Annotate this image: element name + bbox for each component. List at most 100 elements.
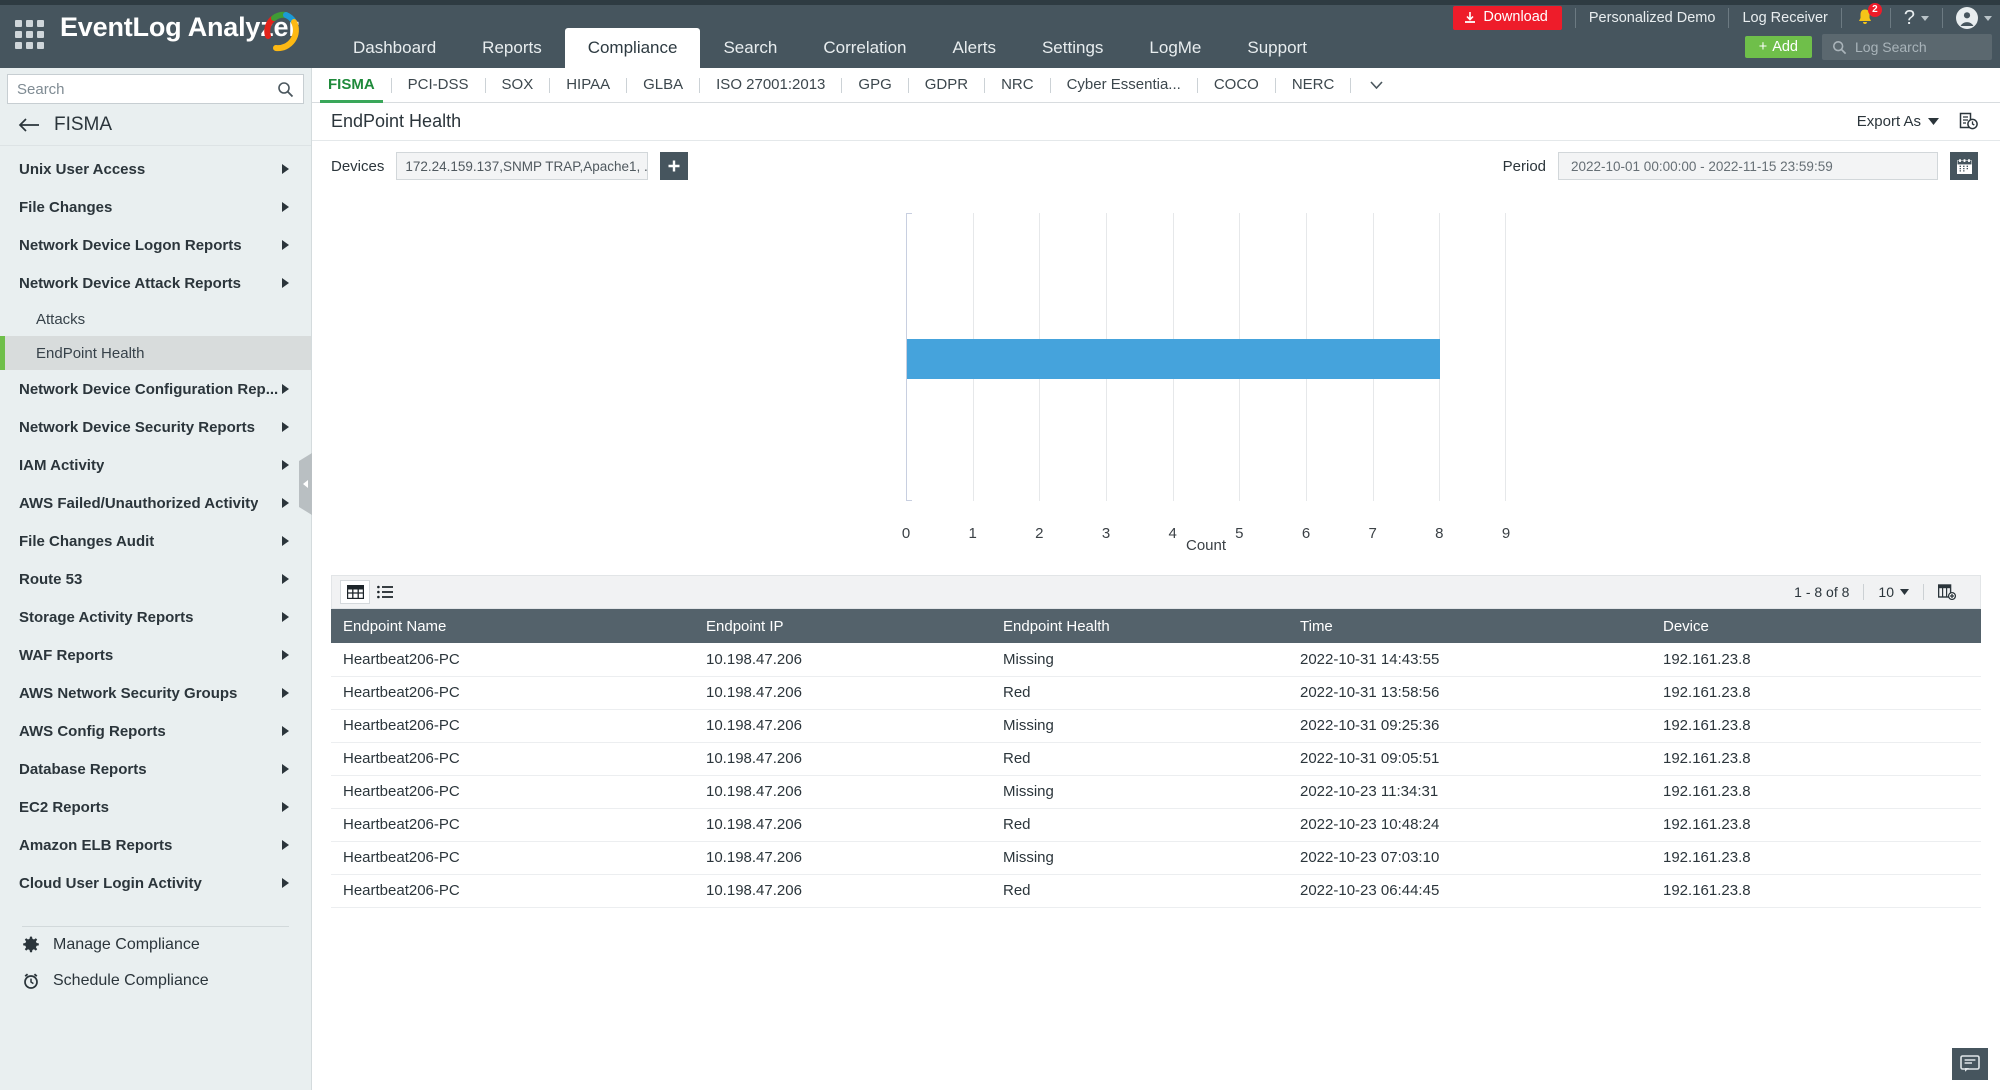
sidebar-item-aws-failed-unauthorized-activity[interactable]: AWS Failed/Unauthorized Activity [0, 484, 311, 522]
table-row[interactable]: Heartbeat206-PC 10.198.47.206 Red 2022-1… [331, 874, 1981, 907]
subtab-gpg[interactable]: GPG [842, 68, 907, 103]
cell-endpoint-ip: 10.198.47.206 [694, 775, 991, 808]
sidebar-item-storage-activity-reports[interactable]: Storage Activity Reports [0, 598, 311, 636]
sidebar-item-file-changes[interactable]: File Changes [0, 188, 311, 226]
subtab-fisma[interactable]: FISMA [312, 68, 391, 103]
chevron-down-icon [1921, 16, 1929, 21]
sidebar-collapse-handle[interactable] [299, 453, 312, 515]
subtab-cyber-essentials[interactable]: Cyber Essentia... [1051, 68, 1197, 103]
nav-support[interactable]: Support [1224, 28, 1330, 68]
chevron-right-icon [282, 764, 289, 774]
sidebar-item-unix-user-access[interactable]: Unix User Access [0, 150, 311, 188]
column-header-endpoint-ip[interactable]: Endpoint IP [694, 609, 991, 643]
sidebar-item-aws-config-reports[interactable]: AWS Config Reports [0, 712, 311, 750]
export-as-button[interactable]: Export As [1857, 113, 1939, 130]
nav-dashboard[interactable]: Dashboard [330, 28, 459, 68]
cell-endpoint-ip: 10.198.47.206 [694, 676, 991, 709]
nav-correlation[interactable]: Correlation [800, 28, 929, 68]
calendar-button[interactable] [1950, 152, 1978, 180]
sidebar-item-ec2-reports[interactable]: EC2 Reports [0, 788, 311, 826]
table-row[interactable]: Heartbeat206-PC 10.198.47.206 Missing 20… [331, 643, 1981, 676]
header-secondary-controls: + Add Log Search [1745, 34, 1992, 60]
personalized-demo-link[interactable]: Personalized Demo [1589, 10, 1716, 26]
subtab-glba[interactable]: GLBA [627, 68, 699, 103]
sidebar-item-label: File Changes [19, 199, 112, 216]
column-chooser-button[interactable] [1924, 584, 1970, 600]
period-input[interactable]: 2022-10-01 00:00:00 - 2022-11-15 23:59:5… [1558, 152, 1938, 180]
sidebar-subgroup: Attacks [0, 302, 311, 336]
list-view-button[interactable] [370, 580, 400, 604]
arrow-left-icon[interactable] [18, 117, 40, 133]
search-icon[interactable] [277, 81, 294, 98]
search-input[interactable] [17, 81, 277, 98]
chart-bar[interactable] [907, 339, 1440, 379]
page-size-selector[interactable]: 10 [1864, 584, 1923, 600]
table-row[interactable]: Heartbeat206-PC 10.198.47.206 Missing 20… [331, 709, 1981, 742]
calendar-icon [1956, 158, 1973, 175]
user-menu[interactable] [1956, 7, 1992, 29]
subtab-nrc[interactable]: NRC [985, 68, 1050, 103]
sidebar-item-network-device-security-reports[interactable]: Network Device Security Reports [0, 408, 311, 446]
column-header-endpoint-health[interactable]: Endpoint Health [991, 609, 1288, 643]
chat-support-button[interactable] [1952, 1048, 1988, 1080]
schedule-compliance-action[interactable]: Schedule Compliance [0, 963, 311, 999]
subtab-sox[interactable]: SOX [486, 68, 550, 103]
apps-grid-icon[interactable] [12, 17, 46, 51]
sidebar-item-label: File Changes Audit [19, 533, 154, 550]
report-schedule-icon[interactable] [1959, 112, 1978, 131]
cell-time: 2022-10-31 09:05:51 [1288, 742, 1651, 775]
sidebar-item-file-changes-audit[interactable]: File Changes Audit [0, 522, 311, 560]
subtab-hipaa[interactable]: HIPAA [550, 68, 626, 103]
add-button[interactable]: + Add [1745, 36, 1812, 59]
sidebar-item-aws-network-security-groups[interactable]: AWS Network Security Groups [0, 674, 311, 712]
subtab-nerc[interactable]: NERC [1276, 68, 1351, 103]
column-header-time[interactable]: Time [1288, 609, 1651, 643]
table-row[interactable]: Heartbeat206-PC 10.198.47.206 Missing 20… [331, 775, 1981, 808]
notifications-bell-icon[interactable]: 2 [1855, 7, 1877, 29]
breadcrumb[interactable]: FISMA [0, 104, 311, 146]
nav-logme[interactable]: LogMe [1126, 28, 1224, 68]
cell-time: 2022-10-23 06:44:45 [1288, 874, 1651, 907]
table-row[interactable]: Heartbeat206-PC 10.198.47.206 Red 2022-1… [331, 676, 1981, 709]
manage-compliance-action[interactable]: Manage Compliance [0, 927, 311, 963]
sidebar-item-amazon-elb-reports[interactable]: Amazon ELB Reports [0, 826, 311, 864]
subtab-gdpr[interactable]: GDPR [909, 68, 984, 103]
sidebar-item-route-53[interactable]: Route 53 [0, 560, 311, 598]
sidebar-item-waf-reports[interactable]: WAF Reports [0, 636, 311, 674]
download-button[interactable]: Download [1453, 6, 1562, 30]
sidebar-item-attacks[interactable]: Attacks [0, 302, 311, 336]
subtab-pci-dss[interactable]: PCI-DSS [392, 68, 485, 103]
subtab-coco[interactable]: COCO [1198, 68, 1275, 103]
sidebar-item-endpoint-health[interactable]: EndPoint Health [0, 336, 311, 370]
add-device-button[interactable] [660, 152, 688, 180]
log-search-input[interactable]: Log Search [1822, 34, 1992, 60]
sidebar-item-database-reports[interactable]: Database Reports [0, 750, 311, 788]
sidebar-item-cloud-user-login-activity[interactable]: Cloud User Login Activity [0, 864, 311, 902]
nav-settings[interactable]: Settings [1019, 28, 1126, 68]
sidebar-item-network-device-configuration-reports[interactable]: Network Device Configuration Rep... [0, 370, 311, 408]
cell-time: 2022-10-31 13:58:56 [1288, 676, 1651, 709]
column-header-device[interactable]: Device [1651, 609, 1981, 643]
nav-reports[interactable]: Reports [459, 28, 565, 68]
nav-alerts[interactable]: Alerts [930, 28, 1019, 68]
subtabs-more-button[interactable] [1359, 72, 1393, 98]
nav-search[interactable]: Search [700, 28, 800, 68]
sidebar-item-label: Database Reports [19, 761, 147, 778]
nav-compliance[interactable]: Compliance [565, 28, 701, 68]
table-row[interactable]: Heartbeat206-PC 10.198.47.206 Red 2022-1… [331, 808, 1981, 841]
devices-input[interactable]: 172.24.159.137,SNMP TRAP,Apache1, ... [396, 152, 648, 180]
content-header-actions: Export As [1857, 112, 1978, 131]
log-receiver-link[interactable]: Log Receiver [1742, 10, 1827, 26]
sidebar-item-network-device-attack-reports[interactable]: Network Device Attack Reports [0, 264, 311, 302]
table-row[interactable]: Heartbeat206-PC 10.198.47.206 Missing 20… [331, 841, 1981, 874]
help-menu[interactable]: ? [1904, 7, 1929, 30]
sidebar-item-iam-activity[interactable]: IAM Activity [0, 446, 311, 484]
divider [1841, 8, 1842, 28]
sidebar-item-network-device-logon-reports[interactable]: Network Device Logon Reports [0, 226, 311, 264]
cell-endpoint-health: Missing [991, 841, 1288, 874]
column-header-endpoint-name[interactable]: Endpoint Name [331, 609, 694, 643]
table-view-button[interactable] [340, 580, 370, 604]
sidebar-search-box[interactable] [7, 74, 304, 104]
subtab-iso-27001[interactable]: ISO 27001:2013 [700, 68, 841, 103]
table-row[interactable]: Heartbeat206-PC 10.198.47.206 Red 2022-1… [331, 742, 1981, 775]
